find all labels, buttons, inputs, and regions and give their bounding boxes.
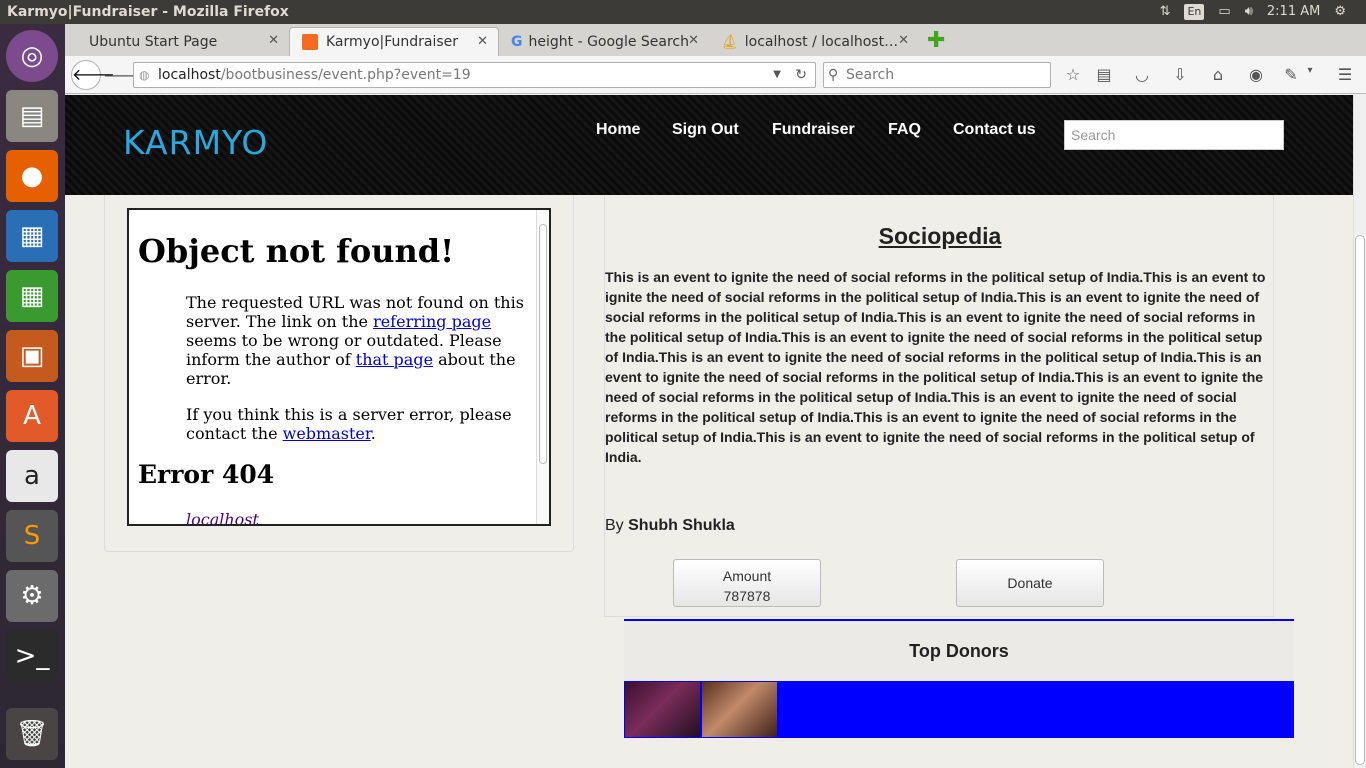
error-code: Error 404 xyxy=(138,460,275,489)
event-byline: By Shubh Shukla xyxy=(605,517,735,534)
error-host: localhost xyxy=(186,510,259,526)
google-icon: G xyxy=(511,33,523,50)
event-author: Shubh Shukla xyxy=(628,517,735,534)
phpmyadmin-icon: ⛵︎ xyxy=(721,33,739,50)
close-icon[interactable]: ✕ xyxy=(268,33,279,48)
tab-label: height - Google Search xyxy=(528,33,690,50)
forward-button[interactable]: 🡒 xyxy=(103,65,146,85)
window-title: Karmyo|Fundraiser - Mozilla Firefox xyxy=(7,4,289,20)
amount-display: Amount 787878 xyxy=(673,559,821,607)
url-bar[interactable]: ◍ localhost/bootbusiness/event.php?event… xyxy=(133,62,816,88)
extension-icon[interactable]: ✎ xyxy=(1281,65,1301,84)
system-indicators: ⇅ En ▭ 🔊︎ 2:11 AM ⚙ xyxy=(1160,0,1366,24)
new-tab-plus-icon[interactable]: ✚ xyxy=(927,28,945,53)
trash-icon[interactable]: 🗑︎ xyxy=(6,708,58,760)
search-placeholder: Search xyxy=(846,67,895,83)
sublime-icon[interactable]: S xyxy=(6,510,58,562)
donors-strip xyxy=(624,681,1294,738)
site-header: KARMYO Home Sign Out Fundraiser FAQ Cont… xyxy=(65,95,1353,195)
reading-list-icon[interactable]: ▤ xyxy=(1094,65,1114,84)
settings-gear-icon[interactable]: ⚙ xyxy=(1334,0,1346,24)
writer-icon[interactable]: ▦ xyxy=(6,210,58,262)
tab-strip: Ubuntu Start Page ✕ Karmyo|Fundraiser ✕ … xyxy=(65,24,1366,56)
page-scrollbar[interactable] xyxy=(1353,95,1366,768)
top-donors-panel: Top Donors xyxy=(624,619,1294,739)
search-icon: ⚲ xyxy=(828,67,839,83)
chat-icon[interactable]: ◉ xyxy=(1246,65,1266,84)
event-description: This is an event to ignite the need of s… xyxy=(605,269,1266,465)
nav-contact-us[interactable]: Contact us xyxy=(953,121,1036,139)
home-icon[interactable]: ⌂ xyxy=(1208,65,1228,84)
error-title: Object not found! xyxy=(138,232,455,270)
unity-launcher: ◎ ▤ ● ▦ ▦ ▣ A a S ⚙ >_ 🗑︎ xyxy=(0,24,65,768)
clock[interactable]: 2:11 AM xyxy=(1267,0,1320,24)
site-info-icon[interactable]: ◍ xyxy=(139,63,149,87)
webmaster-link[interactable]: webmaster xyxy=(283,424,371,443)
url-path: /bootbusiness/event.php?event=19 xyxy=(220,67,471,83)
nav-fundraiser[interactable]: Fundraiser xyxy=(772,121,855,139)
close-icon[interactable]: ✕ xyxy=(898,33,909,48)
volume-icon[interactable]: 🔊︎ xyxy=(1245,0,1253,24)
server-error-message: If you think this is a server error, ple… xyxy=(186,405,512,443)
donor-avatar[interactable] xyxy=(702,682,777,737)
tab-label: Karmyo|Fundraiser xyxy=(326,34,459,50)
embedded-frame[interactable]: Object not found! The requested URL was … xyxy=(127,208,551,526)
impress-icon[interactable]: ▣ xyxy=(6,330,58,382)
back-button[interactable]: 🡐 xyxy=(71,60,115,90)
calc-icon[interactable]: ▦ xyxy=(6,270,58,322)
frame-scrollbar[interactable] xyxy=(536,210,549,524)
site-search-placeholder: Search xyxy=(1071,127,1116,143)
ubuntu-dash-icon[interactable]: ◎ xyxy=(6,30,58,82)
tab-label: Ubuntu Start Page xyxy=(89,33,218,50)
nav-faq[interactable]: FAQ xyxy=(888,121,921,139)
url-dropdown-icon[interactable]: ▼ xyxy=(773,63,781,87)
event-title: Sociopedia xyxy=(878,223,1002,249)
system-settings-icon[interactable]: ⚙ xyxy=(6,570,58,622)
firefox-icon[interactable]: ● xyxy=(6,150,58,202)
bookmark-star-icon[interactable]: ☆ xyxy=(1063,65,1083,84)
error-message: The requested URL was not found on this … xyxy=(186,293,524,388)
downloads-icon[interactable]: ⇩ xyxy=(1170,65,1190,84)
tab-phpmyadmin[interactable]: ⛵︎ localhost / localhost… ✕ xyxy=(709,27,919,56)
reload-icon[interactable]: ↻ xyxy=(795,63,807,87)
top-donors-title: Top Donors xyxy=(624,619,1294,681)
file-manager-icon[interactable]: ▤ xyxy=(6,90,58,142)
amount-label: Amount xyxy=(722,568,772,584)
tab-label: localhost / localhost… xyxy=(744,33,899,50)
url-host: localhost xyxy=(158,67,221,83)
site-logo[interactable]: KARMYO xyxy=(123,123,268,162)
browser-search-input[interactable]: ⚲ Search xyxy=(823,62,1051,88)
navigation-toolbar: 🡐 🡒 ◍ localhost/bootbusiness/event.php?e… xyxy=(65,56,1366,94)
keyboard-indicator[interactable]: En xyxy=(1184,4,1205,20)
tab-google-search[interactable]: G height - Google Search ✕ xyxy=(499,27,709,56)
software-center-icon[interactable]: A xyxy=(6,390,58,442)
battery-icon[interactable]: ▭ xyxy=(1218,0,1230,24)
event-panel: Sociopedia This is an event to ignite th… xyxy=(604,195,1274,617)
amount-value: 787878 xyxy=(723,588,771,604)
terminal-icon[interactable]: >_ xyxy=(6,630,58,682)
menu-icon[interactable]: ☰ xyxy=(1335,65,1355,84)
page-viewport: KARMYO Home Sign Out Fundraiser FAQ Cont… xyxy=(65,95,1353,768)
pocket-icon[interactable]: ◡ xyxy=(1132,65,1152,84)
chevron-down-icon[interactable]: ▾ xyxy=(1300,65,1320,76)
karmyo-favicon-icon xyxy=(302,34,318,50)
that-page-link[interactable]: that page xyxy=(356,350,433,369)
donate-button[interactable]: Donate xyxy=(956,559,1104,607)
referring-page-link[interactable]: referring page xyxy=(373,312,491,331)
logo-text: KARMYO xyxy=(123,123,269,162)
donor-avatar[interactable] xyxy=(625,682,700,737)
amazon-icon[interactable]: a xyxy=(6,450,58,502)
nav-home[interactable]: Home xyxy=(596,121,640,139)
site-search-input[interactable]: Search xyxy=(1064,120,1284,150)
window-titlebar: Karmyo|Fundraiser - Mozilla Firefox ⇅ En… xyxy=(0,0,1366,24)
close-icon[interactable]: ✕ xyxy=(688,33,699,48)
close-icon[interactable]: ✕ xyxy=(477,34,488,49)
network-icon[interactable]: ⇅ xyxy=(1160,0,1171,24)
nav-sign-out[interactable]: Sign Out xyxy=(672,121,739,139)
tab-karmyo[interactable]: Karmyo|Fundraiser ✕ xyxy=(289,27,499,56)
tab-ubuntu-start[interactable]: Ubuntu Start Page ✕ xyxy=(77,27,289,56)
